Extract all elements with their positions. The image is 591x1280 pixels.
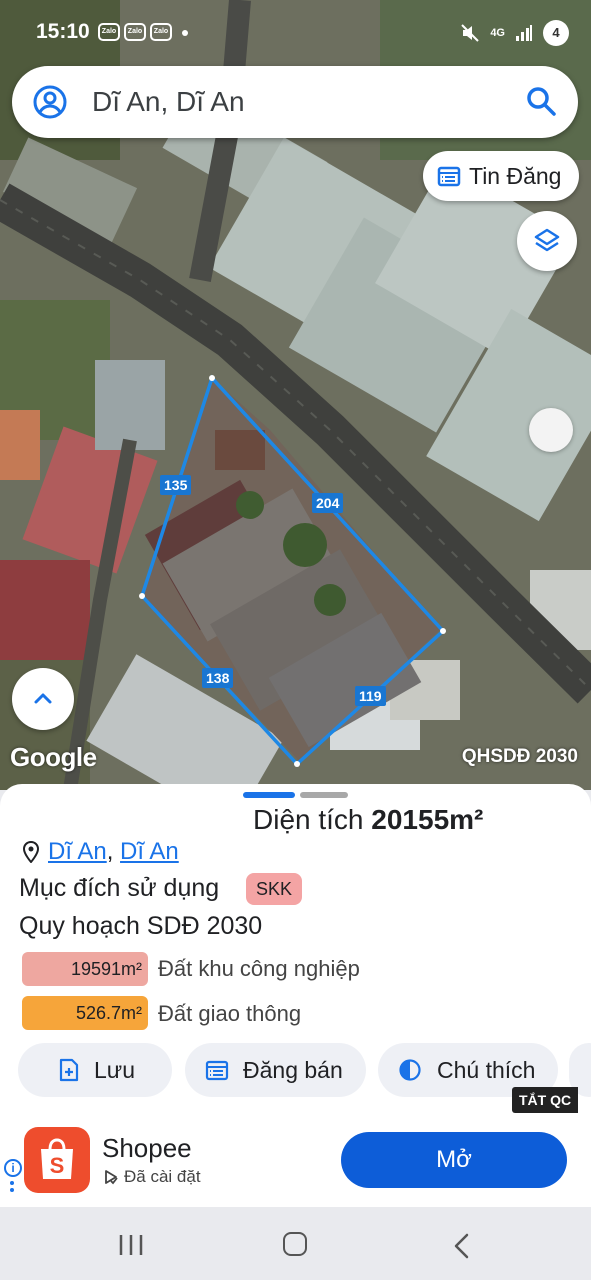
listing-form-icon <box>205 1060 229 1081</box>
post-sale-button[interactable]: Đăng bán <box>185 1043 366 1097</box>
battery-icon: 4 <box>543 20 569 46</box>
parcel-edge-length: 138 <box>202 668 234 688</box>
location-separator: , <box>106 838 121 865</box>
network-type: 4G <box>490 27 505 39</box>
recent-apps-icon[interactable] <box>118 1233 144 1257</box>
location-pin-icon <box>22 841 40 863</box>
parcel-edge-length: 119 <box>355 686 386 706</box>
satellite-map[interactable]: 15:10 Zalo Zalo Zalo 4G 4 Dĩ An, Dĩ An T… <box>0 0 591 790</box>
zone-label: Đất giao thông <box>158 1001 302 1026</box>
save-button[interactable]: Lưu <box>18 1043 172 1097</box>
google-attribution: Google <box>10 742 97 772</box>
listings-button-label: Tin Đăng <box>469 163 562 189</box>
mute-icon <box>461 24 480 42</box>
location-link-city[interactable]: Dĩ An <box>120 838 179 865</box>
chevron-up-icon <box>34 693 52 704</box>
zalo-notification-icon: Zalo <box>98 23 120 41</box>
post-sale-button-label: Đăng bán <box>243 1057 343 1083</box>
location-link-ward[interactable]: Dĩ An <box>48 838 107 865</box>
add-file-icon <box>59 1058 79 1082</box>
contrast-icon <box>399 1059 421 1081</box>
zalo-notification-icon: Zalo <box>150 23 172 41</box>
search-icon[interactable] <box>524 84 558 118</box>
expand-button[interactable] <box>12 668 74 730</box>
layers-button[interactable] <box>517 211 577 271</box>
listings-button[interactable]: Tin Đăng <box>423 151 579 201</box>
sheet-handle-secondary[interactable] <box>300 792 348 798</box>
parcel-edge-length: 135 <box>160 475 192 495</box>
shopee-logo[interactable]: S <box>24 1127 90 1193</box>
map-layer-name: QHSDĐ 2030 <box>461 746 578 767</box>
search-bar[interactable]: Dĩ An, Dĩ An <box>12 66 578 138</box>
ad-install-status: Đã cài đặt <box>124 1167 201 1186</box>
land-use-badge: SKK <box>246 873 303 905</box>
area-label: Diện tích <box>253 804 364 835</box>
listings-icon <box>437 166 461 187</box>
ad-banner[interactable]: i S Shopee Đã cài đặt Mở <box>0 1115 591 1207</box>
status-icons: 4G 4 <box>460 20 569 46</box>
scroll-handle[interactable] <box>529 408 573 452</box>
home-icon[interactable] <box>283 1232 307 1256</box>
area-value: 20155m² <box>371 804 484 835</box>
status-bar: 15:10 Zalo Zalo Zalo 4G 4 <box>0 0 591 64</box>
open-app-button[interactable]: Mở <box>341 1132 567 1188</box>
zone-area-badge: 526.7m² <box>22 996 148 1030</box>
parcel-edge-length: 204 <box>312 493 344 513</box>
parcel-location: Dĩ An, Dĩ An <box>48 838 179 866</box>
status-time: 15:10 <box>36 20 90 43</box>
ad-info-icon[interactable]: i <box>4 1159 22 1177</box>
shopping-bag-icon: S <box>41 1138 73 1179</box>
more-notifications-icon <box>182 30 188 36</box>
account-icon[interactable] <box>32 84 68 120</box>
land-use-purpose-label: Mục đích sử dụng <box>19 874 220 902</box>
search-input[interactable]: Dĩ An, Dĩ An <box>92 86 245 118</box>
hide-ads-button[interactable]: TẮT QC <box>512 1087 579 1113</box>
installed-play-icon <box>105 1170 118 1185</box>
ad-app-name: Shopee <box>102 1133 192 1163</box>
system-navigation-bar <box>0 1207 591 1280</box>
parcel-area: Diện tích 20155m² <box>253 804 483 836</box>
legend-button-label: Chú thích <box>437 1057 536 1083</box>
zalo-notification-icon: Zalo <box>124 23 146 41</box>
sheet-handle[interactable] <box>243 792 295 798</box>
layers-icon <box>534 228 560 252</box>
zone-label: Đất khu công nghiệp <box>158 956 360 981</box>
signal-icon <box>516 25 532 41</box>
back-icon[interactable] <box>452 1233 472 1259</box>
plan-title: Quy hoạch SDĐ 2030 <box>19 912 263 940</box>
ad-options-icon[interactable] <box>10 1181 14 1195</box>
save-button-label: Lưu <box>94 1057 135 1083</box>
svg-text:S: S <box>50 1153 65 1178</box>
zone-area-badge: 19591m² <box>22 952 148 986</box>
